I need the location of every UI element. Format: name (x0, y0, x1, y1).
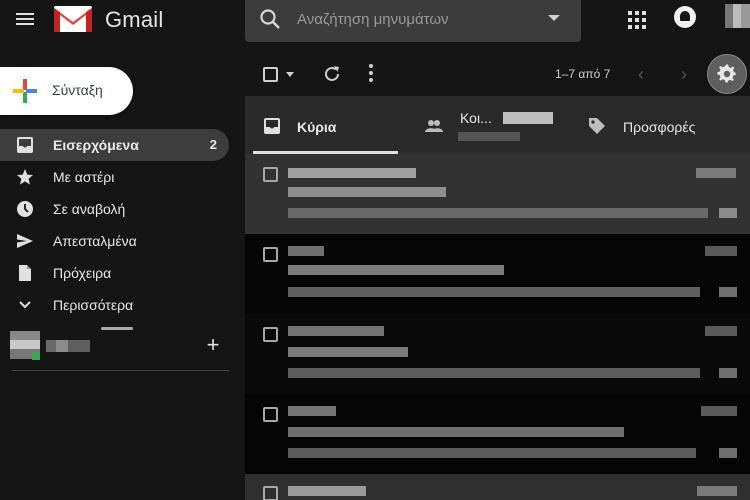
refresh-icon[interactable] (322, 64, 342, 84)
sidebar-item-starred[interactable]: Με αστέρι (0, 161, 229, 193)
draft-icon (19, 265, 31, 281)
online-status-dot (32, 352, 40, 360)
more-options-icon[interactable] (369, 64, 373, 82)
row-checkbox[interactable] (263, 486, 278, 500)
tab-social[interactable]: Κοι... (405, 96, 575, 154)
menu-icon[interactable] (14, 10, 36, 30)
inbox-icon (17, 137, 33, 153)
search-bar[interactable] (245, 0, 581, 42)
sidebar-item-label: Με αστέρι (53, 169, 115, 185)
tab-snippet (458, 132, 520, 141)
tab-label: Προσφορές (623, 119, 696, 135)
sidebar-item-label: Περισσότερα (53, 297, 134, 313)
chevron-down-icon (19, 301, 31, 309)
row-checkbox[interactable] (263, 327, 278, 342)
sidebar-item-label: Πρόχειρα (53, 265, 112, 281)
tag-icon (589, 118, 605, 134)
sidebar-item-label: Σε αναβολή (53, 201, 126, 217)
list-item[interactable] (245, 234, 750, 314)
message-list (245, 154, 750, 500)
add-contact-button[interactable]: + (203, 334, 223, 356)
pagination-range: 1–7 από 7 (555, 67, 611, 81)
compose-plus-icon (13, 79, 37, 103)
apps-grid-icon[interactable] (628, 11, 646, 29)
row-checkbox[interactable] (263, 247, 278, 262)
row-checkbox[interactable] (263, 407, 278, 422)
tab-label: Κύρια (297, 119, 337, 135)
hangouts-user-name (46, 340, 90, 352)
send-icon (17, 234, 33, 248)
list-item[interactable] (245, 474, 750, 500)
inbox-tab-icon (264, 118, 280, 134)
select-all-checkbox[interactable] (263, 67, 278, 82)
sidebar-item-sent[interactable]: Απεσταλμένα (0, 225, 229, 257)
sidebar-item-label: Απεσταλμένα (53, 233, 137, 249)
search-icon[interactable] (259, 8, 281, 30)
tab-primary[interactable]: Κύρια (245, 96, 405, 154)
tab-promotions[interactable]: Προσφορές (575, 96, 750, 154)
tab-label: Κοι... (460, 110, 492, 126)
top-bar: Gmail (0, 0, 750, 44)
unread-count: 2 (209, 137, 217, 152)
sidebar-divider (12, 370, 229, 371)
sidebar-item-snoozed[interactable]: Σε αναβολή (0, 193, 229, 225)
category-tabs: Κύρια Κοι... Προσφορές (245, 96, 750, 154)
list-item[interactable] (245, 154, 750, 234)
search-options-icon[interactable] (548, 15, 560, 21)
gmail-logo[interactable] (54, 4, 92, 32)
notifications-icon[interactable] (674, 6, 696, 28)
compose-button[interactable]: Σύνταξη (0, 67, 133, 115)
settings-button[interactable] (707, 54, 747, 94)
sidebar-item-inbox[interactable]: Εισερχόμενα 2 (0, 129, 229, 161)
older-button[interactable]: ‹ (638, 64, 644, 85)
sidebar-item-drafts[interactable]: Πρόχειρα (0, 257, 229, 289)
search-input[interactable] (297, 6, 527, 32)
list-item[interactable] (245, 314, 750, 394)
sidebar-item-label: Εισερχόμενα (53, 137, 139, 153)
sidebar-nav: Εισερχόμενα 2 Με αστέρι Σε αναβολή Απεστ… (0, 129, 240, 321)
tab-badge (503, 112, 553, 124)
star-icon (17, 169, 33, 185)
clock-icon (17, 201, 33, 217)
sidebar-resize-handle[interactable] (101, 327, 133, 330)
sidebar-item-more[interactable]: Περισσότερα (0, 289, 229, 321)
account-avatar[interactable] (725, 4, 750, 28)
list-item[interactable] (245, 394, 750, 474)
select-options-icon[interactable] (286, 72, 294, 77)
compose-label: Σύνταξη (52, 82, 103, 98)
people-icon (425, 120, 443, 132)
row-checkbox[interactable] (263, 167, 278, 182)
gear-icon (717, 64, 736, 83)
mail-toolbar: 1–7 από 7 ‹ › (245, 50, 750, 96)
brand-name: Gmail (105, 7, 164, 32)
newer-button[interactable]: › (681, 64, 687, 85)
